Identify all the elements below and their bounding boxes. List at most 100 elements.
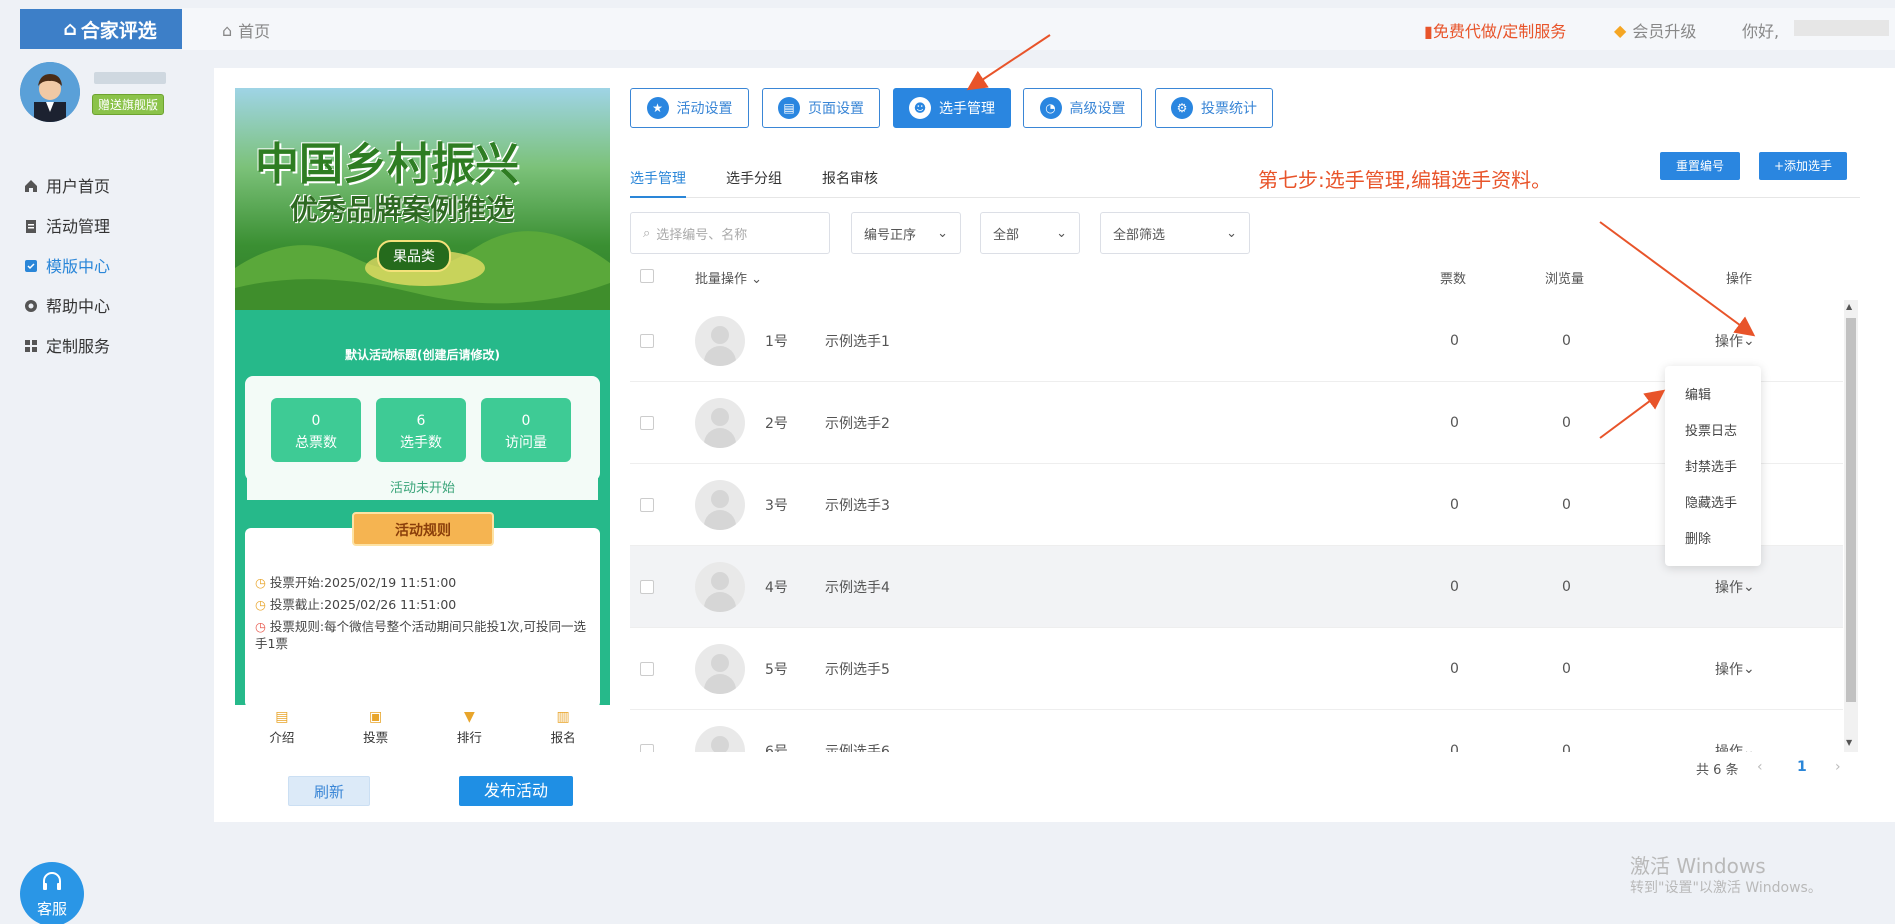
tab-ranking[interactable]: ▼ 排行 (423, 705, 517, 752)
select-all-checkbox[interactable] (640, 269, 654, 283)
scrollbar-thumb[interactable] (1846, 318, 1856, 702)
home-icon (24, 178, 38, 192)
table-row: 4号 示例选手4 0 0 操作 ⌄ (630, 546, 1843, 628)
clipboard-icon (24, 218, 38, 233)
contestant-name: 示例选手1 (825, 334, 890, 350)
preview-tabbar: ▤ 介绍 ▣ 投票 ▼ 排行 ▥ 报名 (235, 705, 610, 752)
windows-watermark-hint: 转到"设置"以激活 Windows。 (1630, 880, 1822, 896)
row-checkbox[interactable] (640, 744, 654, 752)
sidebar-item-templates[interactable]: 模版中心 (24, 254, 110, 276)
view-count: 0 (1562, 497, 1571, 513)
sidebar-item-help[interactable]: 帮助中心 (24, 294, 110, 316)
rule-start: ◷ 投票开始:2025/02/19 11:51:00 (255, 575, 457, 590)
breadcrumb[interactable]: ⌂ 首页 (222, 18, 270, 42)
vote-stats-button[interactable]: ⚙ 投票统计 (1155, 88, 1273, 128)
sidebar-item-user-home[interactable]: 用户首页 (24, 174, 110, 196)
contestant-number: 2号 (765, 416, 788, 432)
search-icon: ⌕ (643, 225, 651, 241)
row-checkbox[interactable] (640, 662, 654, 676)
scroll-down-icon[interactable]: ▼ (1846, 738, 1852, 747)
search-input[interactable]: ⌕ 选择编号、名称 (630, 212, 830, 254)
menu-item-ban[interactable]: 封禁选手 (1685, 456, 1737, 475)
page-number[interactable]: 1 (1797, 759, 1807, 775)
row-ops-dropdown[interactable]: 操作 ⌄ (1715, 628, 1755, 710)
active-tab-indicator (630, 196, 686, 198)
contestant-avatar (695, 562, 745, 612)
chevron-down-icon: ⌄ (1743, 579, 1755, 595)
table-row: 3号 示例选手3 0 0 (630, 464, 1843, 546)
row-checkbox[interactable] (640, 334, 654, 348)
tab-vote[interactable]: ▣ 投票 (329, 705, 423, 752)
tab-signup-review[interactable]: 报名审核 (822, 168, 878, 188)
view-count: 0 (1562, 579, 1571, 595)
vip-upgrade-link[interactable]: ◆ 会员升级 (1614, 18, 1696, 42)
ops-header: 操作 (1726, 272, 1753, 287)
status-select[interactable]: 全部筛选 ⌄ (1100, 212, 1250, 254)
chevron-down-icon: ⌄ (1743, 743, 1755, 752)
trophy-icon: ▼ (463, 709, 475, 725)
row-checkbox[interactable] (640, 416, 654, 430)
banner-badge: 果品类 (377, 240, 451, 272)
menu-item-hide[interactable]: 隐藏选手 (1685, 492, 1737, 511)
intro-icon: ▤ (275, 709, 289, 725)
contestant-number: 1号 (765, 334, 788, 350)
tab-contestants[interactable]: 选手管理 (630, 168, 686, 188)
menu-item-edit[interactable]: 编辑 (1685, 384, 1711, 403)
contestant-number: 4号 (765, 580, 788, 596)
vote-icon: ▣ (369, 709, 383, 725)
tabs-divider (630, 197, 1860, 198)
contestant-number: 3号 (765, 498, 788, 514)
vote-count: 0 (1450, 743, 1459, 752)
contestant-name: 示例选手5 (825, 662, 890, 678)
diamond-icon: ◆ (1614, 20, 1627, 40)
order-select[interactable]: 编号正序 ⌄ (851, 212, 961, 254)
table-row: 2号 示例选手2 0 0 (630, 382, 1843, 464)
pie-icon: ◔ (1039, 97, 1062, 119)
batch-actions[interactable]: 批量操作 ⌄ (695, 268, 762, 287)
group-select[interactable]: 全部 ⌄ (980, 212, 1080, 254)
tab-groups[interactable]: 选手分组 (726, 168, 782, 188)
app-logo[interactable]: ⌂ 合家评选 (20, 9, 200, 49)
page-icon: ▤ (778, 97, 800, 119)
tab-signup[interactable]: ▥ 报名 (516, 705, 610, 752)
avatar[interactable] (20, 62, 80, 122)
contestant-avatar (695, 316, 745, 366)
greeting: 你好, (1742, 22, 1780, 41)
prev-page-icon[interactable]: ‹ (1757, 759, 1763, 775)
table-row: 6号 示例选手6 0 0 操作 ⌄ (630, 710, 1843, 752)
sidebar (0, 0, 182, 924)
activity-settings-button[interactable]: ★ 活动设置 (630, 88, 749, 128)
contestant-table: 1号 示例选手1 0 0 操作 ⌄ 2号 示例选手2 0 0 3号 示例选手3 … (630, 300, 1843, 752)
scroll-up-icon[interactable]: ▲ (1846, 302, 1852, 311)
votes-header: 票数 (1440, 272, 1467, 287)
contestant-manage-button[interactable]: ☻ 选手管理 (893, 88, 1011, 128)
vote-count: 0 (1450, 497, 1459, 513)
row-ops-dropdown[interactable]: 操作 ⌄ (1715, 710, 1755, 752)
next-page-icon[interactable]: › (1835, 759, 1841, 775)
advanced-settings-button[interactable]: ◔ 高级设置 (1023, 88, 1142, 128)
page-settings-button[interactable]: ▤ 页面设置 (762, 88, 880, 128)
add-contestant-button[interactable]: +添加选手 (1759, 152, 1847, 180)
chevron-down-icon: ⌄ (1056, 225, 1067, 241)
menu-item-vote-log[interactable]: 投票日志 (1685, 420, 1737, 439)
views-header: 浏览量 (1545, 272, 1585, 287)
signup-icon: ▥ (556, 709, 570, 725)
renumber-button[interactable]: 重置编号 (1660, 152, 1740, 180)
doc-icon: ▮ (1424, 22, 1433, 41)
step-annotation: 第七步:选手管理,编辑选手资料。 (1258, 168, 1552, 192)
sidebar-item-activity[interactable]: 活动管理 (24, 214, 110, 236)
free-service-link[interactable]: ▮免费代做/定制服务 (1424, 18, 1566, 42)
row-checkbox[interactable] (640, 498, 654, 512)
publish-button[interactable]: 发布活动 (459, 776, 573, 806)
menu-item-delete[interactable]: 删除 (1685, 528, 1711, 547)
view-count: 0 (1562, 415, 1571, 431)
row-checkbox[interactable] (640, 580, 654, 594)
refresh-button[interactable]: 刷新 (288, 776, 370, 806)
ops-dropdown-menu: 编辑 投票日志 封禁选手 隐藏选手 删除 (1665, 366, 1761, 566)
username-masked (94, 72, 166, 84)
sidebar-item-custom[interactable]: 定制服务 (24, 334, 110, 356)
contestant-name: 示例选手2 (825, 416, 890, 432)
view-count: 0 (1562, 743, 1571, 752)
tab-intro[interactable]: ▤ 介绍 (235, 705, 329, 752)
logo-icon: ⌂ (63, 18, 77, 40)
